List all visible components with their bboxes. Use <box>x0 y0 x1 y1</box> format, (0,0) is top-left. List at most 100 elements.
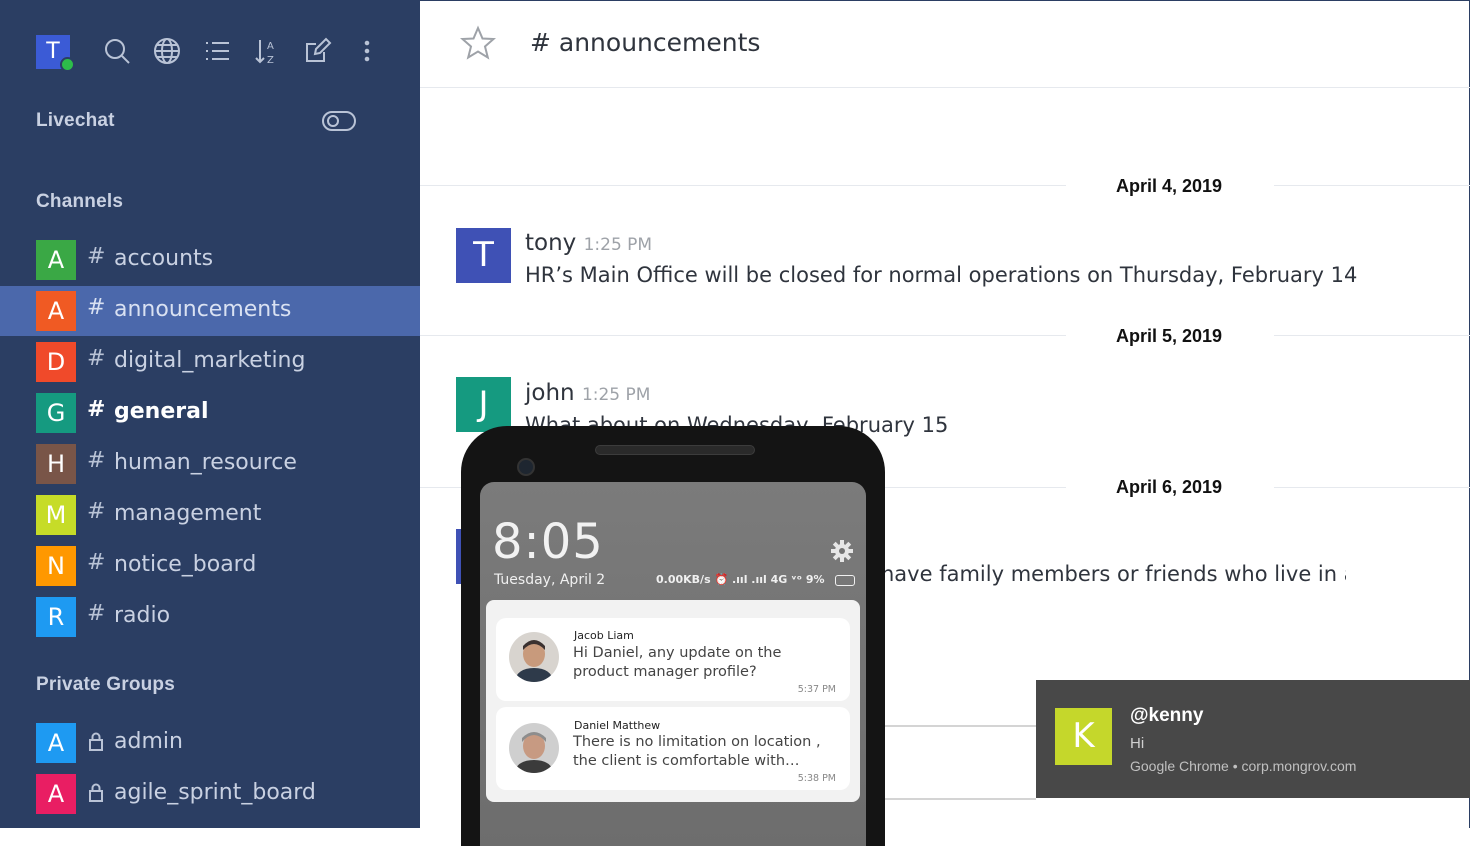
channel-avatar: D <box>36 342 76 382</box>
day-divider <box>420 185 1470 187</box>
notification-sender: Daniel Matthew <box>574 719 661 732</box>
channel-name: general <box>114 399 209 424</box>
notification-text: Hi Daniel, any update on the product man… <box>573 645 782 680</box>
svg-text:Z: Z <box>267 55 274 66</box>
hash-icon: # <box>87 550 106 575</box>
day-divider-label: April 5, 2019 <box>1116 326 1223 346</box>
divider <box>885 725 1036 727</box>
room-header: # announcements <box>420 1 1470 88</box>
hash-icon: # <box>87 499 106 524</box>
toast-title: @kenny <box>1130 705 1204 726</box>
toggle-knob <box>327 115 339 127</box>
group-name: admin <box>114 729 183 754</box>
lock-icon <box>89 732 103 751</box>
group-avatar: A <box>36 774 76 814</box>
notification-time: 5:38 PM <box>797 773 836 784</box>
hash-icon: # <box>87 397 106 422</box>
search-icon[interactable] <box>100 34 134 68</box>
day-divider-label: April 6, 2019 <box>1116 477 1223 497</box>
notification-time: 5:37 PM <box>797 684 836 695</box>
view-list-icon[interactable] <box>200 34 234 68</box>
svg-text:A: A <box>267 41 274 52</box>
channel-avatar: R <box>36 597 76 637</box>
create-new-icon[interactable] <box>300 34 334 68</box>
sidebar-item-management[interactable]: M # management <box>0 490 420 540</box>
notification-card[interactable]: Jacob Liam Hi Daniel, any update on the … <box>496 618 850 701</box>
directory-globe-icon[interactable] <box>150 34 184 68</box>
channel-name: announcements <box>114 297 292 322</box>
channel-name: notice_board <box>114 552 257 577</box>
channel-name: digital_marketing <box>114 348 306 373</box>
sidebar-item-accounts[interactable]: A # accounts <box>0 235 420 285</box>
hash-icon: # <box>87 295 106 320</box>
message-avatar[interactable]: J <box>456 377 511 432</box>
sidebar-item-general[interactable]: G # general <box>0 388 420 438</box>
desktop-notification-toast[interactable]: K @kenny Hi Google Chrome • corp.mongrov… <box>1036 680 1470 798</box>
sidebar-toolbar: T AZ <box>0 0 420 104</box>
sidebar-item-admin[interactable]: A admin <box>0 718 420 768</box>
private-groups-section-label: Private Groups <box>36 674 176 695</box>
more-options-icon[interactable] <box>350 34 384 68</box>
contact-photo <box>509 632 559 682</box>
toast-source: Google Chrome • corp.mongrov.com <box>1130 758 1357 774</box>
hash-icon: # <box>87 346 106 371</box>
room-title: # announcements <box>530 28 761 57</box>
channels-section-label: Channels <box>36 191 124 212</box>
channel-avatar: A <box>36 291 76 331</box>
message-username[interactable]: tony <box>525 230 576 256</box>
lock-screen-clock: 8:05 <box>492 514 604 570</box>
toast-body: Hi <box>1130 735 1145 752</box>
channel-avatar: G <box>36 393 76 433</box>
livechat-toggle[interactable] <box>322 111 356 131</box>
contact-photo <box>509 723 559 773</box>
notification-sender: Jacob Liam <box>574 629 634 642</box>
hash-icon: # <box>87 448 106 473</box>
message-author[interactable]: tony 1:25 PM <box>525 230 652 256</box>
notification-panel: Jacob Liam Hi Daniel, any update on the … <box>486 600 860 802</box>
lock-icon <box>89 783 103 802</box>
channel-name: radio <box>114 603 171 628</box>
phone-lock-screen: 8:05 Tuesday, April 2 0.00KB/s ⏰ .ııl .ı… <box>480 482 866 846</box>
favorite-star-icon[interactable] <box>460 25 496 61</box>
sidebar-item-digital-marketing[interactable]: D # digital_marketing <box>0 337 420 387</box>
sidebar-item-notice-board[interactable]: N # notice_board <box>0 541 420 591</box>
group-avatar: A <box>36 723 76 763</box>
message-avatar[interactable]: T <box>456 228 511 283</box>
sidebar-item-radio[interactable]: R # radio <box>0 592 420 642</box>
message-time: 1:25 PM <box>581 385 651 405</box>
channel-name: human_resource <box>114 450 297 475</box>
channel-avatar: M <box>36 495 76 535</box>
lock-screen-date: Tuesday, April 2 <box>494 572 606 588</box>
message-author[interactable]: john 1:25 PM <box>525 380 650 406</box>
online-status-dot <box>60 57 75 72</box>
phone-camera <box>517 458 535 476</box>
settings-gear-icon[interactable] <box>830 539 854 563</box>
message-username[interactable]: john <box>525 380 575 406</box>
notification-text: There is no limitation on location , the… <box>573 734 821 769</box>
divider <box>885 798 1036 800</box>
sidebar-item-agile-sprint-board[interactable]: A agile_sprint_board <box>0 769 420 819</box>
hash-icon: # <box>87 244 106 269</box>
message-text: have family members or friends who live … <box>881 562 1346 586</box>
livechat-label: Livechat <box>36 110 115 131</box>
channel-name: management <box>114 501 262 526</box>
phone-speaker <box>595 445 755 455</box>
channel-name: accounts <box>114 246 214 271</box>
day-divider-label: April 4, 2019 <box>1116 176 1223 196</box>
message-time: 1:25 PM <box>583 235 653 255</box>
sidebar: T AZ Livechat Channels A # accounts A # … <box>0 0 420 828</box>
channel-avatar: H <box>36 444 76 484</box>
notification-card[interactable]: Daniel Matthew There is no limitation on… <box>496 707 850 790</box>
channel-avatar: N <box>36 546 76 586</box>
group-name: agile_sprint_board <box>114 780 316 805</box>
channel-avatar: A <box>36 240 76 280</box>
hash-icon: # <box>87 601 106 626</box>
toast-avatar: K <box>1055 708 1112 765</box>
sidebar-item-human-resource[interactable]: H # human_resource <box>0 439 420 489</box>
message-text: HR’s Main Office will be closed for norm… <box>525 263 1358 287</box>
sort-icon[interactable]: AZ <box>250 34 284 68</box>
sidebar-item-announcements[interactable]: A # announcements <box>0 286 420 336</box>
phone-status-bar: 0.00KB/s ⏰ .ııl .ııl 4G ᵛᵒ 9% <box>656 573 825 586</box>
battery-icon <box>835 575 855 586</box>
day-divider <box>420 335 1470 337</box>
